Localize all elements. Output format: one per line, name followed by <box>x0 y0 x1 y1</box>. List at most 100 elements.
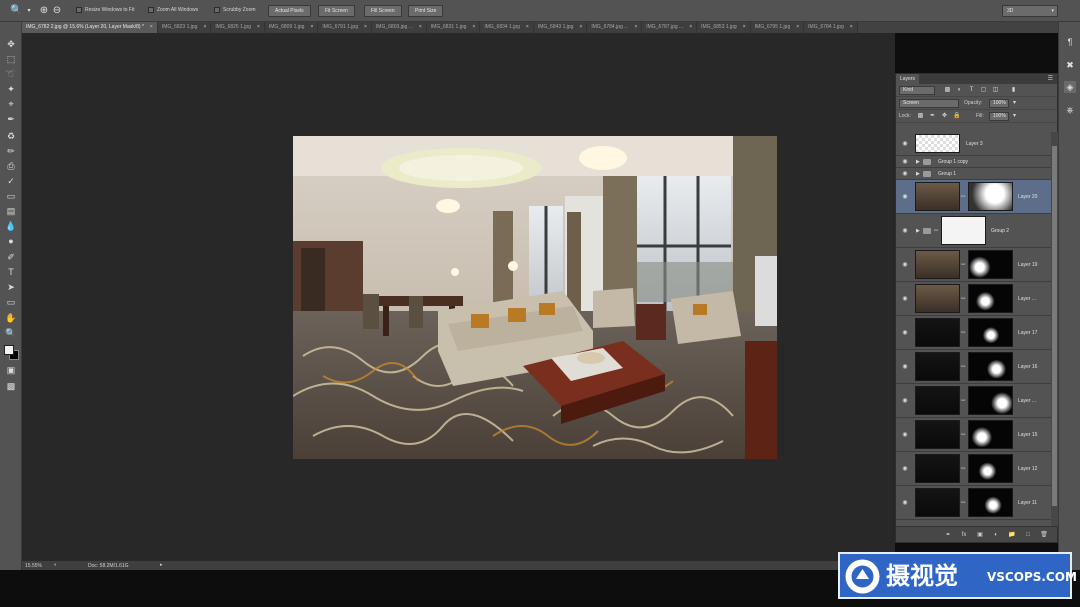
document-tab[interactable]: IMG_6784.jpg ... × <box>587 22 643 33</box>
new-group-icon[interactable]: 📁 <box>1008 531 1016 539</box>
layer-mask-thumbnail[interactable] <box>968 284 1013 313</box>
document-tab[interactable]: IMG_6809 1.jpg × <box>264 22 319 33</box>
mask-link-icon[interactable]: ⚯ <box>961 432 966 438</box>
visibility-eye-icon[interactable]: ◉ <box>901 432 909 438</box>
visibility-eye-icon[interactable]: ◉ <box>901 171 909 177</box>
expand-group-icon[interactable]: ▶ <box>916 228 920 234</box>
rectangle-tool-icon[interactable]: ▭ <box>4 296 18 308</box>
resize-windows-checkbox[interactable]: Resize Windows to Fit <box>76 7 134 13</box>
document-tab[interactable]: IMG_6825 1.jpg × <box>211 22 265 33</box>
mask-link-icon[interactable]: ⚯ <box>961 296 966 302</box>
opacity-slider-icon[interactable]: ▾ <box>1011 100 1018 107</box>
opacity-field[interactable]: 100% <box>989 99 1009 108</box>
close-icon[interactable]: × <box>150 24 153 30</box>
lasso-tool-icon[interactable]: ➰ <box>4 68 18 80</box>
status-menu-arrow-icon[interactable]: ▸ <box>160 561 163 570</box>
layer-mask-thumbnail[interactable] <box>968 250 1013 279</box>
mask-link-icon[interactable]: ⚯ <box>961 364 966 370</box>
layer-name[interactable]: Group 2 <box>991 228 1009 234</box>
layer-mask-thumbnail[interactable] <box>968 454 1013 483</box>
close-icon[interactable]: × <box>203 24 206 30</box>
layer-row[interactable]: ◉ ▶ Group 1 copy <box>896 156 1051 168</box>
document-tab[interactable]: IMG_6843 1.jpg × <box>533 22 588 33</box>
visibility-eye-icon[interactable]: ◉ <box>901 296 909 302</box>
quick-selection-tool-icon[interactable]: ✦ <box>4 83 18 95</box>
eraser-tool-icon[interactable]: ▭ <box>4 190 18 202</box>
quick-mask-icon[interactable]: ▣ <box>4 364 18 376</box>
layers-panel-icon[interactable]: ◈ <box>1064 81 1076 93</box>
healing-brush-tool-icon[interactable]: ♻ <box>4 130 18 142</box>
fill-field[interactable]: 100% <box>989 112 1009 121</box>
zoom-out-icon[interactable]: ⊖ <box>51 5 63 17</box>
layers-scrollbar[interactable] <box>1051 132 1058 526</box>
layer-mask-thumbnail[interactable] <box>968 386 1013 415</box>
add-mask-icon[interactable]: ▣ <box>976 531 984 539</box>
visibility-eye-icon[interactable]: ◉ <box>901 228 909 234</box>
close-icon[interactable]: × <box>472 24 475 30</box>
gradient-tool-icon[interactable]: ▤ <box>4 205 18 217</box>
document-tab[interactable]: IMG_6803.jpg ... × <box>371 22 427 33</box>
document-tab[interactable]: IMG_6834 1.jpg × <box>480 22 534 33</box>
layers-scrollbar-thumb[interactable] <box>1052 146 1057 506</box>
layer-name[interactable]: Layer 17 <box>1018 330 1037 336</box>
zoom-all-windows-checkbox[interactable]: Zoom All Windows <box>148 7 198 13</box>
layer-name[interactable]: Group 1 <box>938 171 956 177</box>
visibility-eye-icon[interactable]: ◉ <box>901 398 909 404</box>
visibility-eye-icon[interactable]: ◉ <box>901 262 909 268</box>
shape-filter-icon[interactable]: ▢ <box>980 87 987 94</box>
panel-menu-icon[interactable]: ☰ <box>1048 74 1053 84</box>
zoom-in-icon[interactable]: ⊕ <box>38 5 50 17</box>
layer-row[interactable]: ◉ ⚯ Layer ... <box>896 282 1051 316</box>
layer-name[interactable]: Layer 12 <box>1018 466 1037 472</box>
close-icon[interactable]: × <box>310 24 313 30</box>
canvas-area[interactable] <box>22 33 895 560</box>
fill-slider-icon[interactable]: ▾ <box>1011 113 1018 120</box>
history-brush-tool-icon[interactable]: ✓ <box>4 175 18 187</box>
layer-name[interactable]: Layer 19 <box>1018 262 1037 268</box>
close-icon[interactable]: × <box>689 24 692 30</box>
print-size-button[interactable]: Print Size <box>408 5 444 17</box>
close-icon[interactable]: × <box>850 24 853 30</box>
layer-name[interactable]: Layer 3 <box>966 141 983 147</box>
workspace-select[interactable]: 3D ▾ <box>1002 5 1058 17</box>
layer-row[interactable]: ◉ ⚯ Layer 11 <box>896 486 1051 520</box>
layer-thumbnail[interactable] <box>915 352 960 381</box>
close-icon[interactable]: × <box>257 24 260 30</box>
adjustment-layer-icon[interactable]: ◐ <box>992 531 1000 539</box>
mask-link-icon[interactable]: ⚯ <box>961 398 966 404</box>
layer-name[interactable]: Group 1 copy <box>938 159 968 165</box>
layer-name[interactable]: Layer ... <box>1018 296 1036 302</box>
layer-thumbnail[interactable] <box>915 250 960 279</box>
layer-thumbnail[interactable] <box>915 488 960 517</box>
layer-mask-thumbnail[interactable] <box>968 182 1013 211</box>
dodge-tool-icon[interactable]: ● <box>4 235 18 247</box>
type-filter-icon[interactable]: T <box>968 87 975 94</box>
layer-row[interactable]: ◉ ▶ ⚯ Group 2 <box>896 214 1051 248</box>
eyedropper-tool-icon[interactable]: ✒ <box>4 113 18 125</box>
layer-thumbnail[interactable] <box>915 284 960 313</box>
document-tab[interactable]: IMG_6795 1.jpg × <box>750 22 805 33</box>
foreground-color-swatch[interactable] <box>4 345 14 355</box>
layer-row[interactable]: ◉ ⚯ Layer 12 <box>896 452 1051 486</box>
link-layers-icon[interactable]: ⚭ <box>944 531 952 539</box>
document-tab[interactable]: IMG_6787.jpg ... × <box>642 22 698 33</box>
paragraph-panel-icon[interactable]: ¶ <box>1064 36 1076 48</box>
color-swatches[interactable] <box>4 345 20 361</box>
layers-panel-tab[interactable]: Layers <box>896 74 920 84</box>
layer-name[interactable]: Layer 16 <box>1018 364 1037 370</box>
layer-row[interactable]: ◉ ⚯ Layer ... <box>896 384 1051 418</box>
layer-thumbnail[interactable] <box>915 134 960 153</box>
close-icon[interactable]: × <box>796 24 799 30</box>
layer-thumbnail[interactable] <box>915 454 960 483</box>
screen-mode-icon[interactable]: ▩ <box>4 380 18 392</box>
zoom-tool-icon[interactable]: 🔍 <box>4 327 18 339</box>
document-tab[interactable]: IMG_6853 1.jpg × <box>697 22 751 33</box>
close-icon[interactable]: × <box>419 24 422 30</box>
close-icon[interactable]: × <box>526 24 529 30</box>
smart-object-filter-icon[interactable]: ◫ <box>992 87 999 94</box>
blur-tool-icon[interactable]: 💧 <box>4 220 18 232</box>
layer-thumbnail[interactable] <box>915 386 960 415</box>
layer-row[interactable]: ◉ ⚯ Layer 19 <box>896 248 1051 282</box>
path-selection-tool-icon[interactable]: ➤ <box>4 281 18 293</box>
expand-group-icon[interactable]: ▶ <box>916 171 920 177</box>
